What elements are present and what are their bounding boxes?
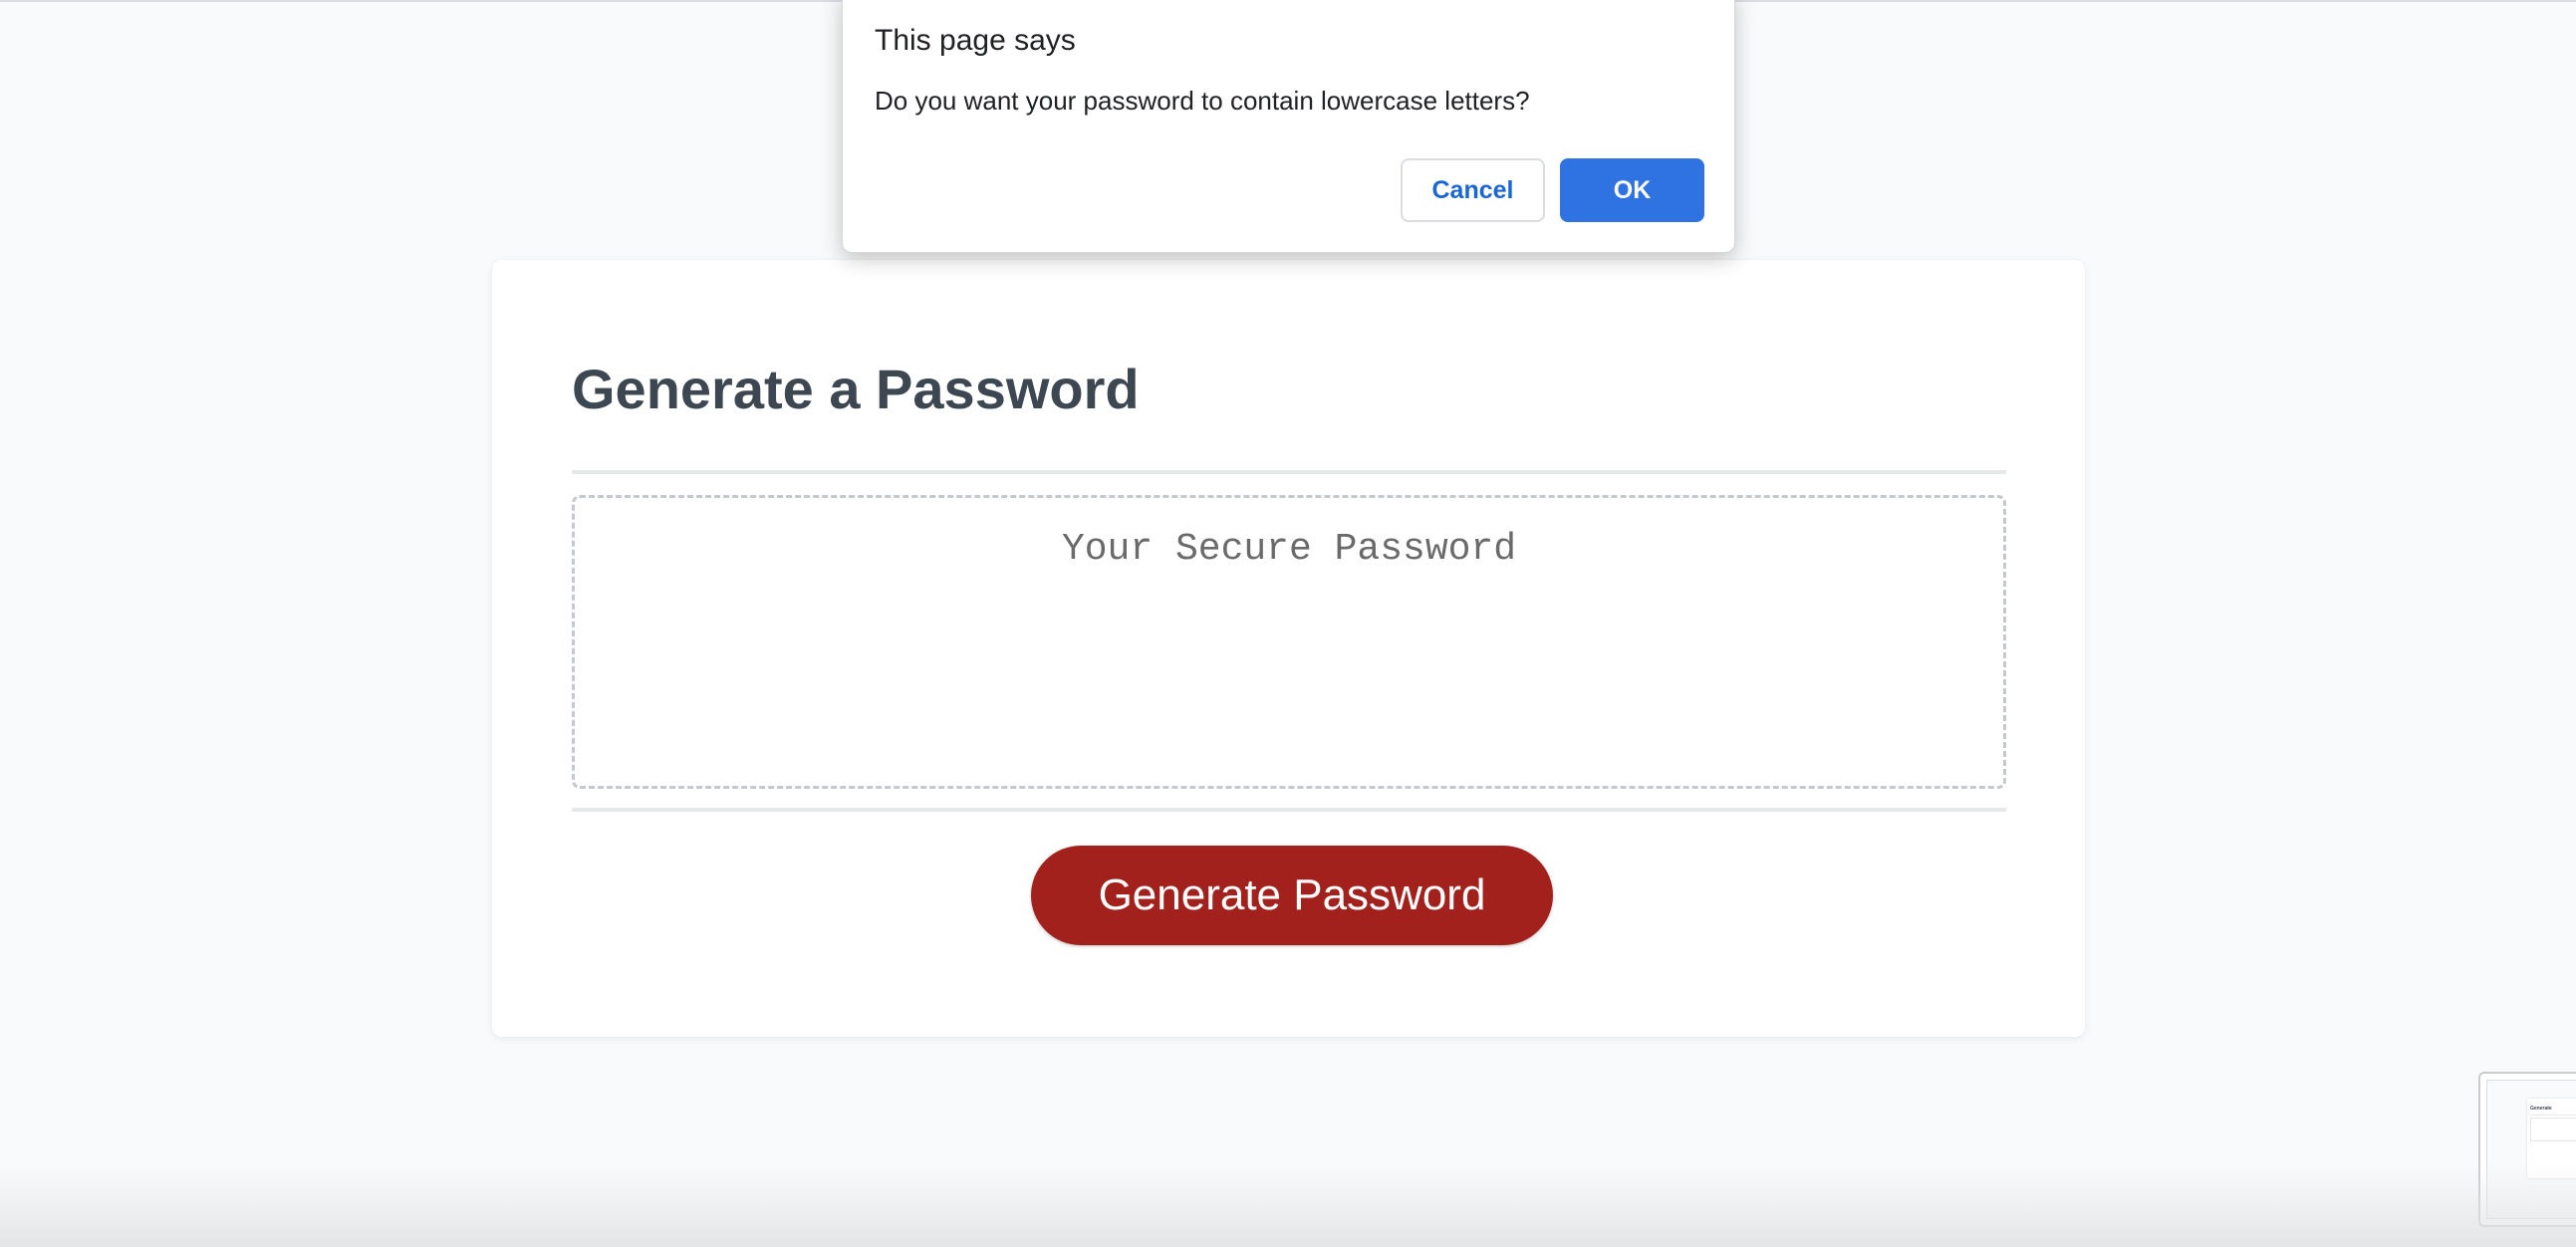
bottom-shadow: [0, 1165, 2576, 1247]
thumbnail-password-box: [2530, 1118, 2576, 1141]
card-header-divider: [572, 470, 2006, 474]
thumbnail-divider: [2530, 1115, 2576, 1116]
dialog-title: This page says: [875, 24, 1076, 57]
dialog-ok-button[interactable]: OK: [1560, 158, 1704, 222]
alert-dialog: This page says Do you want your password…: [842, 0, 1735, 253]
dialog-cancel-button[interactable]: Cancel: [1401, 158, 1545, 222]
page-title: Generate a Password: [572, 358, 1140, 420]
password-output-textarea[interactable]: [572, 495, 2006, 789]
dialog-message: Do you want your password to contain low…: [875, 86, 1530, 116]
card-footer-divider: [572, 808, 2006, 812]
password-generator-card: Generate a Password Generate Password: [492, 260, 2085, 1037]
generate-password-button[interactable]: Generate Password: [1031, 846, 1553, 945]
thumbnail-title: Generate: [2530, 1106, 2552, 1112]
